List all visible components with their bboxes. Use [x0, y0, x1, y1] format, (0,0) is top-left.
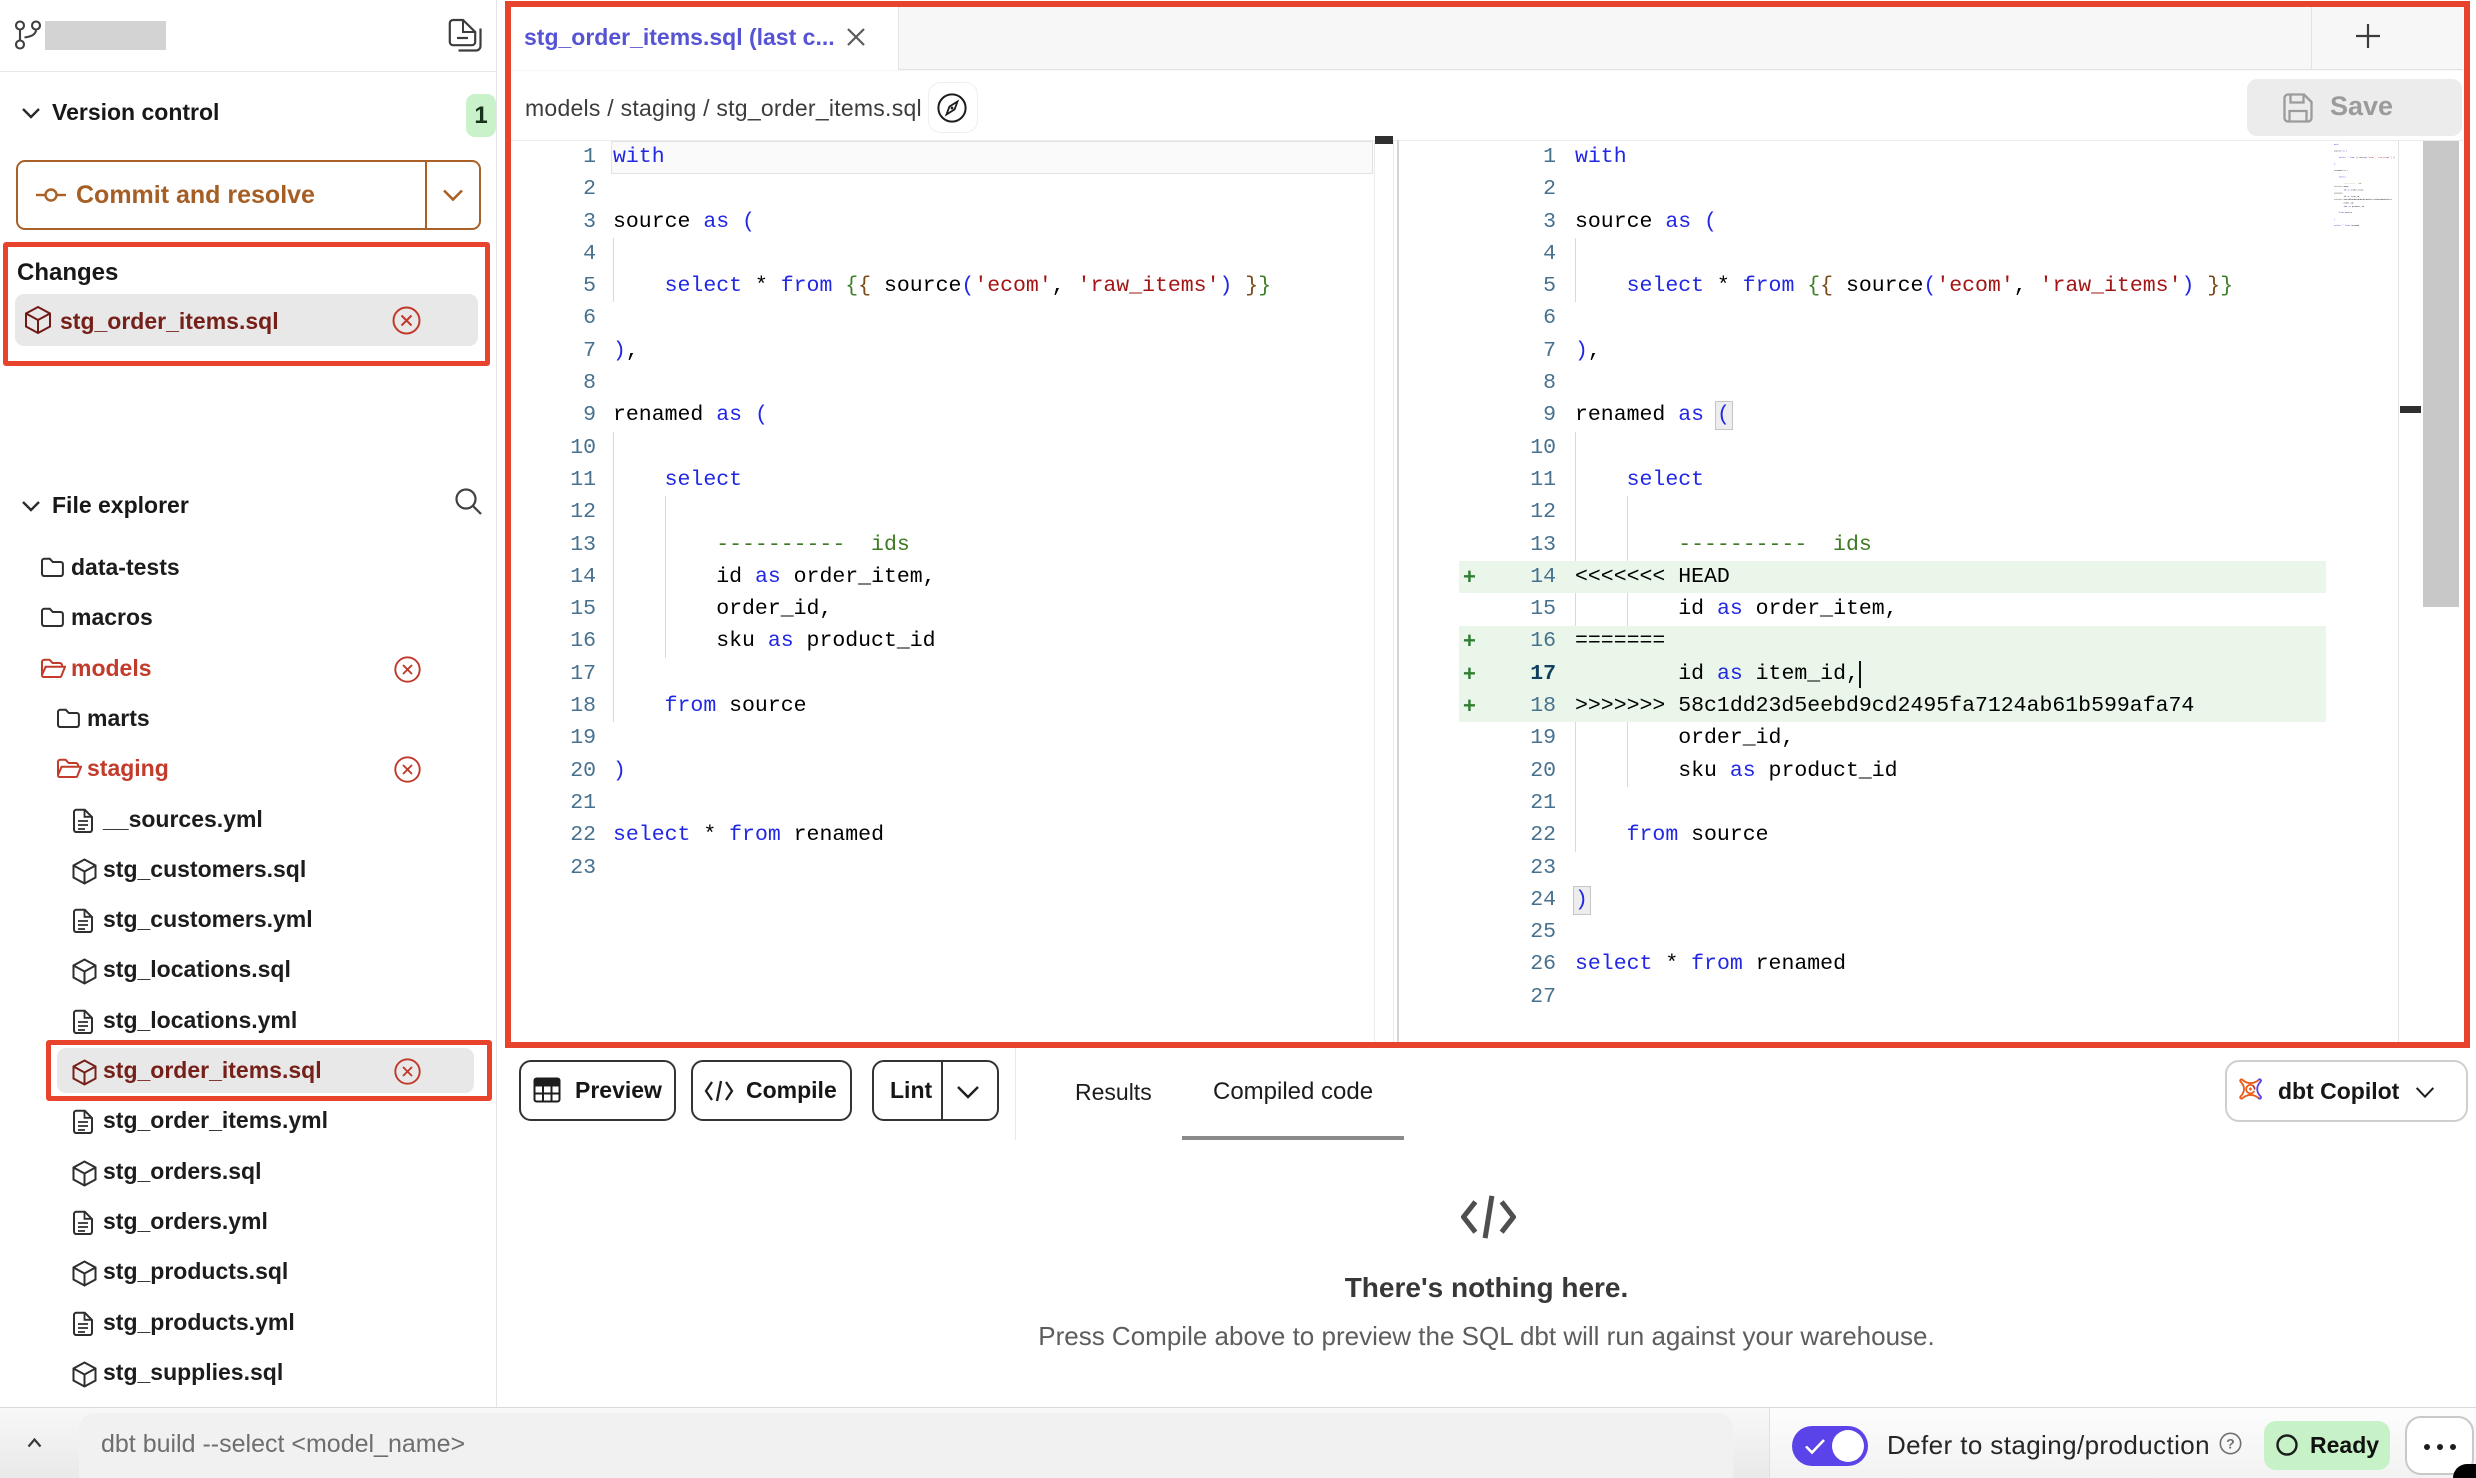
svg-text:?: ?	[2226, 1435, 2235, 1451]
